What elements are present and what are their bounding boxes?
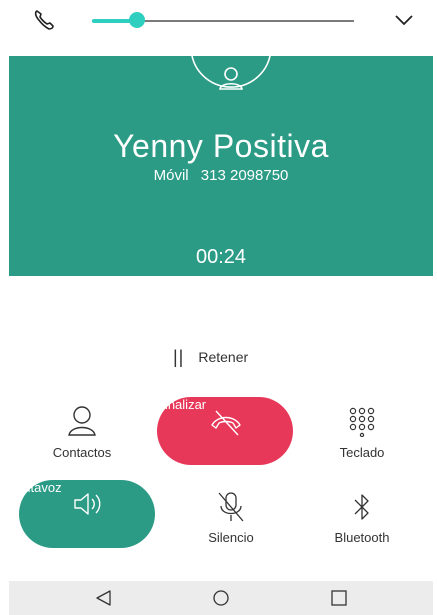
contact-name: Yenny Positiva [113, 128, 329, 164]
keypad-label: Teclado [339, 445, 385, 460]
mute-button[interactable]: Silencio [191, 490, 271, 550]
speaker-button[interactable]: Altavoz [19, 480, 155, 548]
contact-icon [68, 406, 96, 436]
phone-icon [34, 10, 54, 30]
avatar [191, 56, 271, 90]
volume-slider-thumb[interactable] [128, 12, 145, 28]
mute-label: Silencio [208, 530, 254, 545]
hang-up-icon [211, 410, 241, 436]
hold-button[interactable]: || Retener [173, 345, 248, 369]
end-call-button[interactable]: Finalizar [157, 397, 293, 465]
bluetooth-icon [354, 494, 369, 520]
keypad-button[interactable]: Teclado [322, 405, 402, 465]
top-bar [0, 0, 437, 42]
call-timer: 00:24 [195, 246, 247, 268]
contacts-label: Contactos [52, 445, 112, 460]
number-type: Móvil [153, 167, 189, 184]
contacts-button[interactable]: Contactos [42, 405, 122, 465]
mic-off-icon [218, 492, 244, 522]
navigation-bar [9, 581, 433, 615]
keypad-icon [349, 407, 375, 437]
contact-number: Móvil 313 2098750 [9, 167, 433, 184]
pause-icon: || [173, 346, 185, 367]
bluetooth-label: Bluetooth [334, 530, 390, 545]
call-header: Yenny Positiva Móvil 313 2098750 00:24 [9, 56, 433, 276]
phone-number: 313 2098750 [200, 167, 289, 184]
chevron-down-icon[interactable] [393, 10, 415, 30]
recent-apps-icon[interactable] [330, 589, 348, 607]
speaker-icon [74, 493, 101, 515]
hold-label: Retener [198, 349, 249, 365]
volume-slider[interactable] [92, 12, 354, 28]
bluetooth-button[interactable]: Bluetooth [322, 490, 402, 550]
back-icon[interactable] [95, 589, 113, 607]
home-icon[interactable] [212, 589, 230, 607]
